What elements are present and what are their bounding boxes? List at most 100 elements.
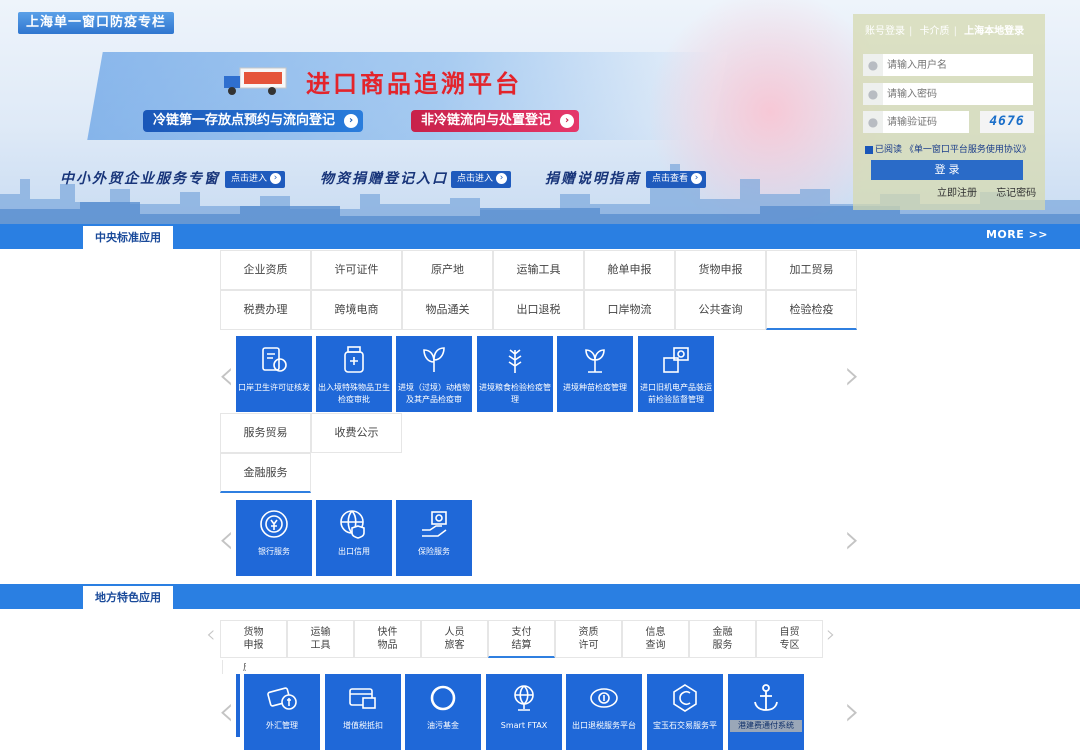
password-input[interactable] bbox=[887, 83, 1031, 105]
certificate-icon bbox=[262, 347, 287, 372]
app-tile[interactable]: 出口信用 bbox=[316, 500, 392, 576]
forgot-password-link[interactable]: 忘记密码 bbox=[996, 188, 1036, 199]
app-label: 进口旧机电产品装运前检验监督管理 bbox=[640, 383, 712, 404]
local-tab[interactable]: 信息 查询 bbox=[622, 620, 689, 658]
entry-sme-button[interactable]: 点击进入 bbox=[225, 171, 286, 188]
app-tile[interactable]: 进口旧机电产品装运前检验监督管理 bbox=[638, 336, 714, 412]
category-tab[interactable]: 收费公示 bbox=[311, 413, 402, 453]
app-label: 油污基金 bbox=[427, 721, 459, 730]
lock-icon: ● bbox=[863, 83, 883, 105]
entry-guide: 捐赠说明指南 bbox=[545, 171, 641, 187]
cold-chain-label: 冷链第一存放点预约与流向登记 bbox=[153, 113, 336, 128]
category-tab[interactable]: 运输工具 bbox=[493, 250, 584, 290]
category-tab[interactable]: 物品通关 bbox=[402, 290, 493, 330]
entry-donation-button[interactable]: 点击进入 bbox=[451, 171, 512, 188]
app-label: 出口退税服务平台 bbox=[572, 721, 636, 730]
next-tab-arrow-icon[interactable]: › bbox=[826, 622, 836, 646]
app-tile[interactable]: 银行服务 bbox=[236, 500, 312, 576]
banner: 上海单一窗口防疫专栏 进口商品追溯平台 冷链第一存放点预约与流向登记 › 非冷链… bbox=[0, 0, 1080, 224]
category-tab[interactable]: 舱单申报 bbox=[584, 250, 675, 290]
local-tab-label: 人员 旅客 bbox=[444, 627, 465, 651]
arrow-right-icon: › bbox=[560, 114, 575, 128]
local-tab[interactable]: 自贸 专区 bbox=[756, 620, 823, 658]
app-tile[interactable]: 外汇管理 bbox=[244, 674, 320, 750]
category-tab[interactable]: 原产地 bbox=[402, 250, 493, 290]
local-tab-label: 金融 服务 bbox=[712, 627, 733, 651]
category-tab[interactable]: 跨境电商 bbox=[311, 290, 402, 330]
app-label: 银行服务 bbox=[258, 547, 290, 556]
app-tile[interactable]: 增值税抵扣 bbox=[325, 674, 401, 750]
category-tab[interactable]: 许可证件 bbox=[311, 250, 402, 290]
tab-shanghai-login[interactable]: 上海本地登录 bbox=[964, 26, 1024, 37]
local-tab[interactable]: 资质 许可 bbox=[555, 620, 622, 658]
category-tab[interactable]: 服务贸易 bbox=[220, 413, 311, 453]
central-section-tab[interactable]: 中央标准应用 bbox=[83, 226, 173, 249]
category-tab-active[interactable]: 检验检疫 bbox=[766, 290, 857, 330]
app-tile[interactable]: 进境（过境）动植物及其产品检疫审 bbox=[396, 336, 472, 412]
login-button[interactable]: 登 录 bbox=[871, 160, 1023, 180]
username-input[interactable] bbox=[887, 54, 1031, 76]
category-tab[interactable]: 出口退税 bbox=[493, 290, 584, 330]
app-label: 进境种苗检疫管理 bbox=[563, 383, 627, 392]
login-panel: 账号登录| 卡介质| 上海本地登录 ● ● ● 4676 已阅读 《单一窗口平台… bbox=[853, 14, 1045, 210]
captcha-image[interactable]: 4676 bbox=[980, 111, 1034, 133]
next-arrow-icon[interactable]: › bbox=[844, 690, 861, 732]
app-tile[interactable]: 进境种苗检疫管理 bbox=[557, 336, 633, 412]
app-label: 增值税抵扣 bbox=[343, 721, 383, 730]
local-tab[interactable]: 运输 工具 bbox=[287, 620, 354, 658]
app-tile[interactable]: Smart FTAX bbox=[486, 674, 562, 750]
captcha-input[interactable] bbox=[887, 111, 967, 133]
category-tab[interactable]: 企业资质 bbox=[220, 250, 311, 290]
local-tab-label: 支付 结算 bbox=[511, 627, 532, 651]
local-tab-label: 快件 物品 bbox=[377, 627, 398, 651]
tab-card-login[interactable]: 卡介质 bbox=[920, 26, 950, 37]
captcha-field: ● bbox=[863, 111, 969, 133]
prev-arrow-icon[interactable]: ‹ bbox=[218, 354, 235, 396]
app-tile[interactable]: 保险服务 bbox=[396, 500, 472, 576]
app-tile[interactable]: 港建费通付系统 bbox=[728, 674, 804, 750]
local-tab[interactable]: 货物 申报 bbox=[220, 620, 287, 658]
register-link[interactable]: 立即注册 bbox=[937, 188, 977, 199]
gem-icon bbox=[673, 684, 697, 712]
category-tab[interactable]: 公共查询 bbox=[675, 290, 766, 330]
app-tile[interactable]: 出口退税服务平台 bbox=[566, 674, 642, 750]
app-label: Smart FTAX bbox=[500, 721, 548, 730]
zone-tag[interactable]: 上海单一窗口防疫专栏 bbox=[18, 12, 175, 34]
app-tile[interactable]: 出入境特殊物品卫生检疫审批 bbox=[316, 336, 392, 412]
next-arrow-icon[interactable]: › bbox=[844, 518, 861, 560]
prev-arrow-icon[interactable]: ‹ bbox=[218, 690, 235, 732]
checkbox-icon bbox=[865, 145, 873, 154]
non-cold-chain-button[interactable]: 非冷链流向与处置登记 › bbox=[411, 110, 580, 132]
next-arrow-icon[interactable]: › bbox=[844, 354, 861, 396]
agreement-checkbox[interactable]: 已阅读 《单一窗口平台服务使用协议》 bbox=[865, 142, 1031, 155]
prev-tab-arrow-icon[interactable]: ‹ bbox=[206, 622, 216, 646]
entry-guide-button[interactable]: 点击查看 bbox=[646, 171, 707, 188]
category-tab[interactable]: 口岸物流 bbox=[584, 290, 675, 330]
local-tab[interactable]: 人员 旅客 bbox=[421, 620, 488, 658]
local-tab[interactable]: 快件 物品 bbox=[354, 620, 421, 658]
app-tile[interactable]: 进境粮食检验检疫管理 bbox=[477, 336, 553, 412]
app-tile-edge bbox=[236, 674, 240, 737]
app-tile[interactable]: 口岸卫生许可证核发 bbox=[236, 336, 312, 412]
category-tab[interactable]: 货物申报 bbox=[675, 250, 766, 290]
category-tab[interactable]: 税费办理 bbox=[220, 290, 311, 330]
tab-account-login[interactable]: 账号登录 bbox=[865, 26, 905, 37]
prev-arrow-icon[interactable]: ‹ bbox=[218, 518, 235, 560]
app-label: 出入境特殊物品卫生检疫审批 bbox=[318, 383, 390, 404]
app-label: 港建费通付系统 bbox=[730, 720, 802, 732]
local-tab[interactable]: 金融 服务 bbox=[689, 620, 756, 658]
insurance-icon bbox=[422, 511, 447, 537]
local-tab-label: 自贸 专区 bbox=[779, 627, 800, 651]
password-field: ● bbox=[863, 83, 1033, 105]
category-tab-active[interactable]: 金融服务 bbox=[220, 453, 311, 493]
app-tile[interactable]: 宝玉石交易服务平 bbox=[647, 674, 723, 750]
local-tab-active[interactable]: 支付 结算 bbox=[488, 620, 555, 658]
partial-label: 应用 bbox=[222, 660, 246, 674]
more-link[interactable]: MORE >> bbox=[986, 228, 1048, 241]
shield-icon: ● bbox=[863, 111, 883, 133]
app-tile[interactable]: 油污基金 bbox=[405, 674, 481, 750]
cold-chain-button[interactable]: 冷链第一存放点预约与流向登记 › bbox=[143, 110, 364, 132]
local-section-tab[interactable]: 地方特色应用 bbox=[83, 586, 173, 609]
category-tab[interactable]: 加工贸易 bbox=[766, 250, 857, 290]
arrow-right-icon: › bbox=[344, 114, 359, 128]
